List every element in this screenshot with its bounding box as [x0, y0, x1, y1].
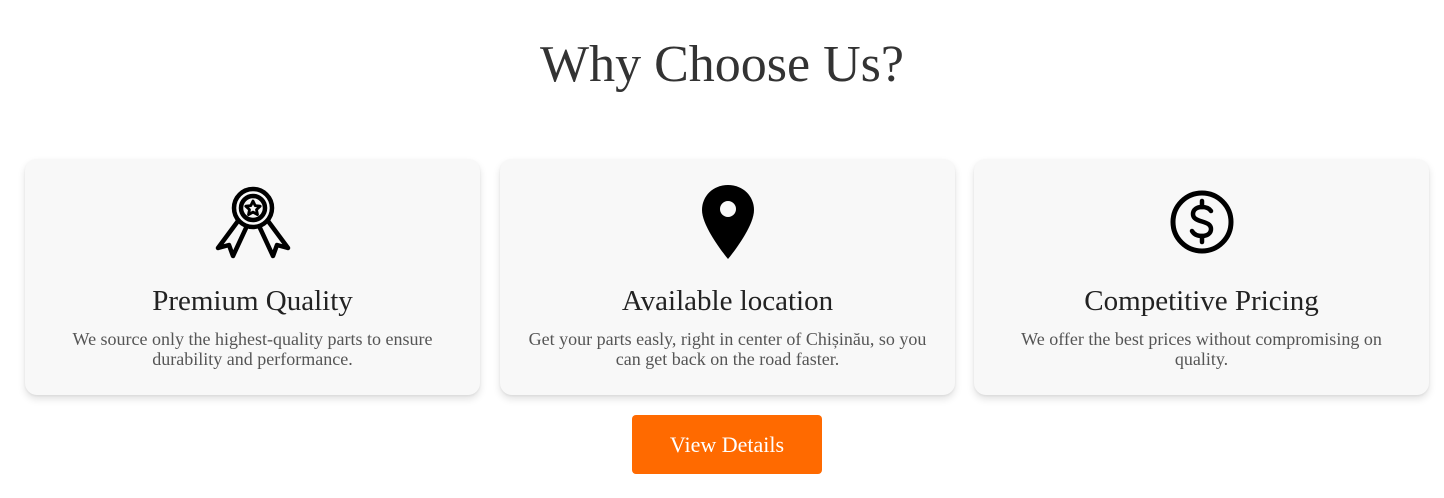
- view-details-button[interactable]: View Details: [632, 415, 822, 474]
- feature-card-competitive-pricing: Competitive Pricing We offer the best pr…: [974, 159, 1429, 395]
- feature-description: Get your parts easly, right in center of…: [528, 329, 927, 369]
- feature-card-available-location: Available location Get your parts easly,…: [500, 159, 955, 395]
- feature-description: We offer the best prices without comprom…: [1021, 329, 1382, 369]
- award-ribbon-icon: [25, 183, 480, 261]
- dollar-circle-icon: [974, 183, 1429, 261]
- feature-card-premium-quality: Premium Quality We source only the highe…: [25, 159, 480, 395]
- feature-title: Premium Quality: [152, 285, 353, 317]
- feature-cards: Premium Quality We source only the highe…: [25, 159, 1429, 395]
- feature-title: Available location: [621, 285, 834, 317]
- location-pin-icon: [500, 183, 955, 261]
- feature-title: Competitive Pricing: [1084, 285, 1319, 317]
- feature-description: We source only the highest-quality parts…: [72, 329, 433, 369]
- section-title: Why Choose Us?: [540, 36, 904, 93]
